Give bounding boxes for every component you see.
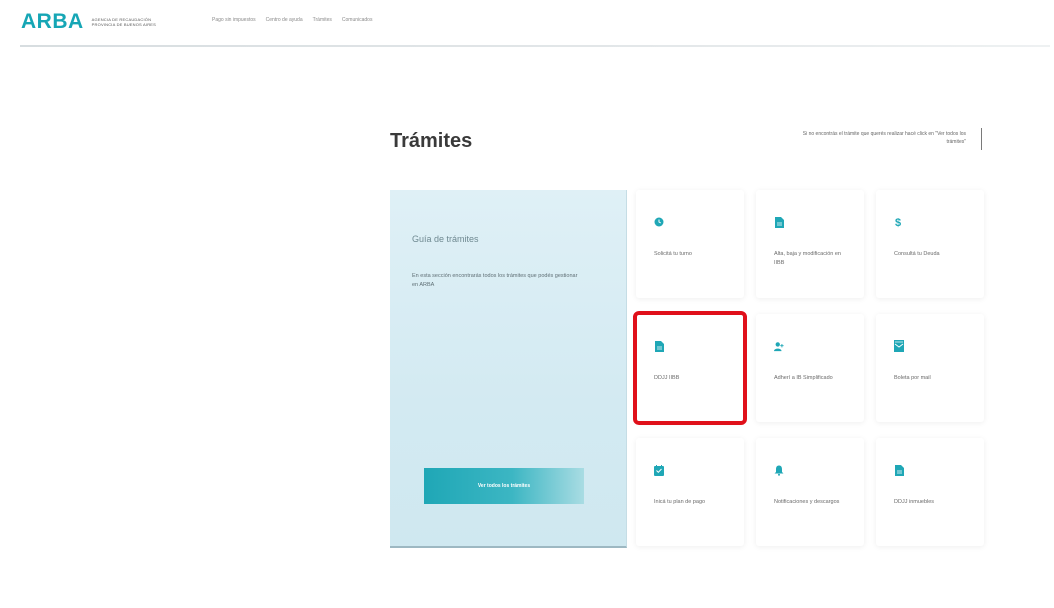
guide-description: En esta sección encontrarás todos los tr… (412, 273, 578, 288)
tile-label: Solicitá tu turno (654, 251, 692, 257)
tile-label: Boleta por mail (894, 375, 931, 381)
tile-label: DDJJ IIBB (654, 375, 680, 381)
arba-logo[interactable]: ARBA AGENCIA DE RECAUDACIÓN PROVINCIA DE… (21, 10, 156, 34)
tile-label: Alta, baja y modificación en IIBB (774, 251, 841, 266)
tile-plan-de-pago[interactable]: Inicá tu plan de pago (636, 438, 744, 546)
logo-subtitle: AGENCIA DE RECAUDACIÓN PROVINCIA DE BUEN… (92, 17, 156, 27)
document-icon (654, 340, 664, 352)
clock-icon (654, 216, 664, 228)
help-divider (981, 128, 982, 150)
tile-label: Notificaciones y descargos (774, 499, 840, 505)
bell-icon (774, 464, 784, 476)
svg-text:$: $ (895, 217, 901, 228)
guide-title: Guía de trámites (412, 234, 479, 244)
header-divider (20, 45, 1050, 47)
tile-boleta-mail[interactable]: Boleta por mail (876, 314, 984, 422)
tile-ib-simplificado[interactable]: Adherí a IB Simplificado (756, 314, 864, 422)
user-add-icon (774, 340, 784, 352)
tile-consulta-deuda[interactable]: $ Consultá tu Deuda (876, 190, 984, 298)
tile-label: Adherí a IB Simplificado (774, 375, 833, 381)
tile-label: Inicá tu plan de pago (654, 499, 706, 505)
nav-item-pagos[interactable]: Pago sin impuestos (212, 17, 256, 23)
guide-card: Guía de trámites En esta sección encontr… (390, 190, 627, 548)
tile-alta-baja-iibb[interactable]: Alta, baja y modificación en IIBB (756, 190, 864, 298)
logo-wordmark: ARBA (21, 10, 84, 33)
logo-subtitle-line-2: PROVINCIA DE BUENOS AIRES (91, 22, 157, 27)
document-icon (894, 464, 904, 476)
tile-notificaciones[interactable]: Notificaciones y descargos (756, 438, 864, 546)
envelope-icon (894, 340, 904, 352)
tile-solicita-turno[interactable]: Solicitá tu turno (636, 190, 744, 298)
main-nav: Pago sin impuestos Centro de ayuda Trámi… (212, 17, 372, 23)
calendar-icon (654, 464, 664, 476)
tile-ddjj-iibb[interactable]: DDJJ IIBB (633, 311, 747, 425)
page-title: Trámites (390, 130, 473, 152)
view-all-procedures-button[interactable]: Ver todos los trámites (424, 468, 584, 504)
nav-item-tramites[interactable]: Trámites (313, 17, 332, 23)
tile-label: Consultá tu Deuda (894, 251, 940, 257)
procedures-grid: Solicitá tu turno Alta, baja y modificac… (633, 190, 984, 546)
top-header: ARBA AGENCIA DE RECAUDACIÓN PROVINCIA DE… (0, 0, 1054, 46)
dollar-icon: $ (894, 216, 904, 228)
nav-item-ayuda[interactable]: Centro de ayuda (266, 17, 303, 23)
document-icon (774, 216, 784, 228)
nav-item-comunicados[interactable]: Comunicados (342, 17, 373, 23)
tile-ddjj-inmuebles[interactable]: DDJJ inmuebles (876, 438, 984, 546)
help-text: Si no encontrás el trámite que querés re… (802, 131, 966, 145)
tile-label: DDJJ inmuebles (894, 499, 935, 505)
